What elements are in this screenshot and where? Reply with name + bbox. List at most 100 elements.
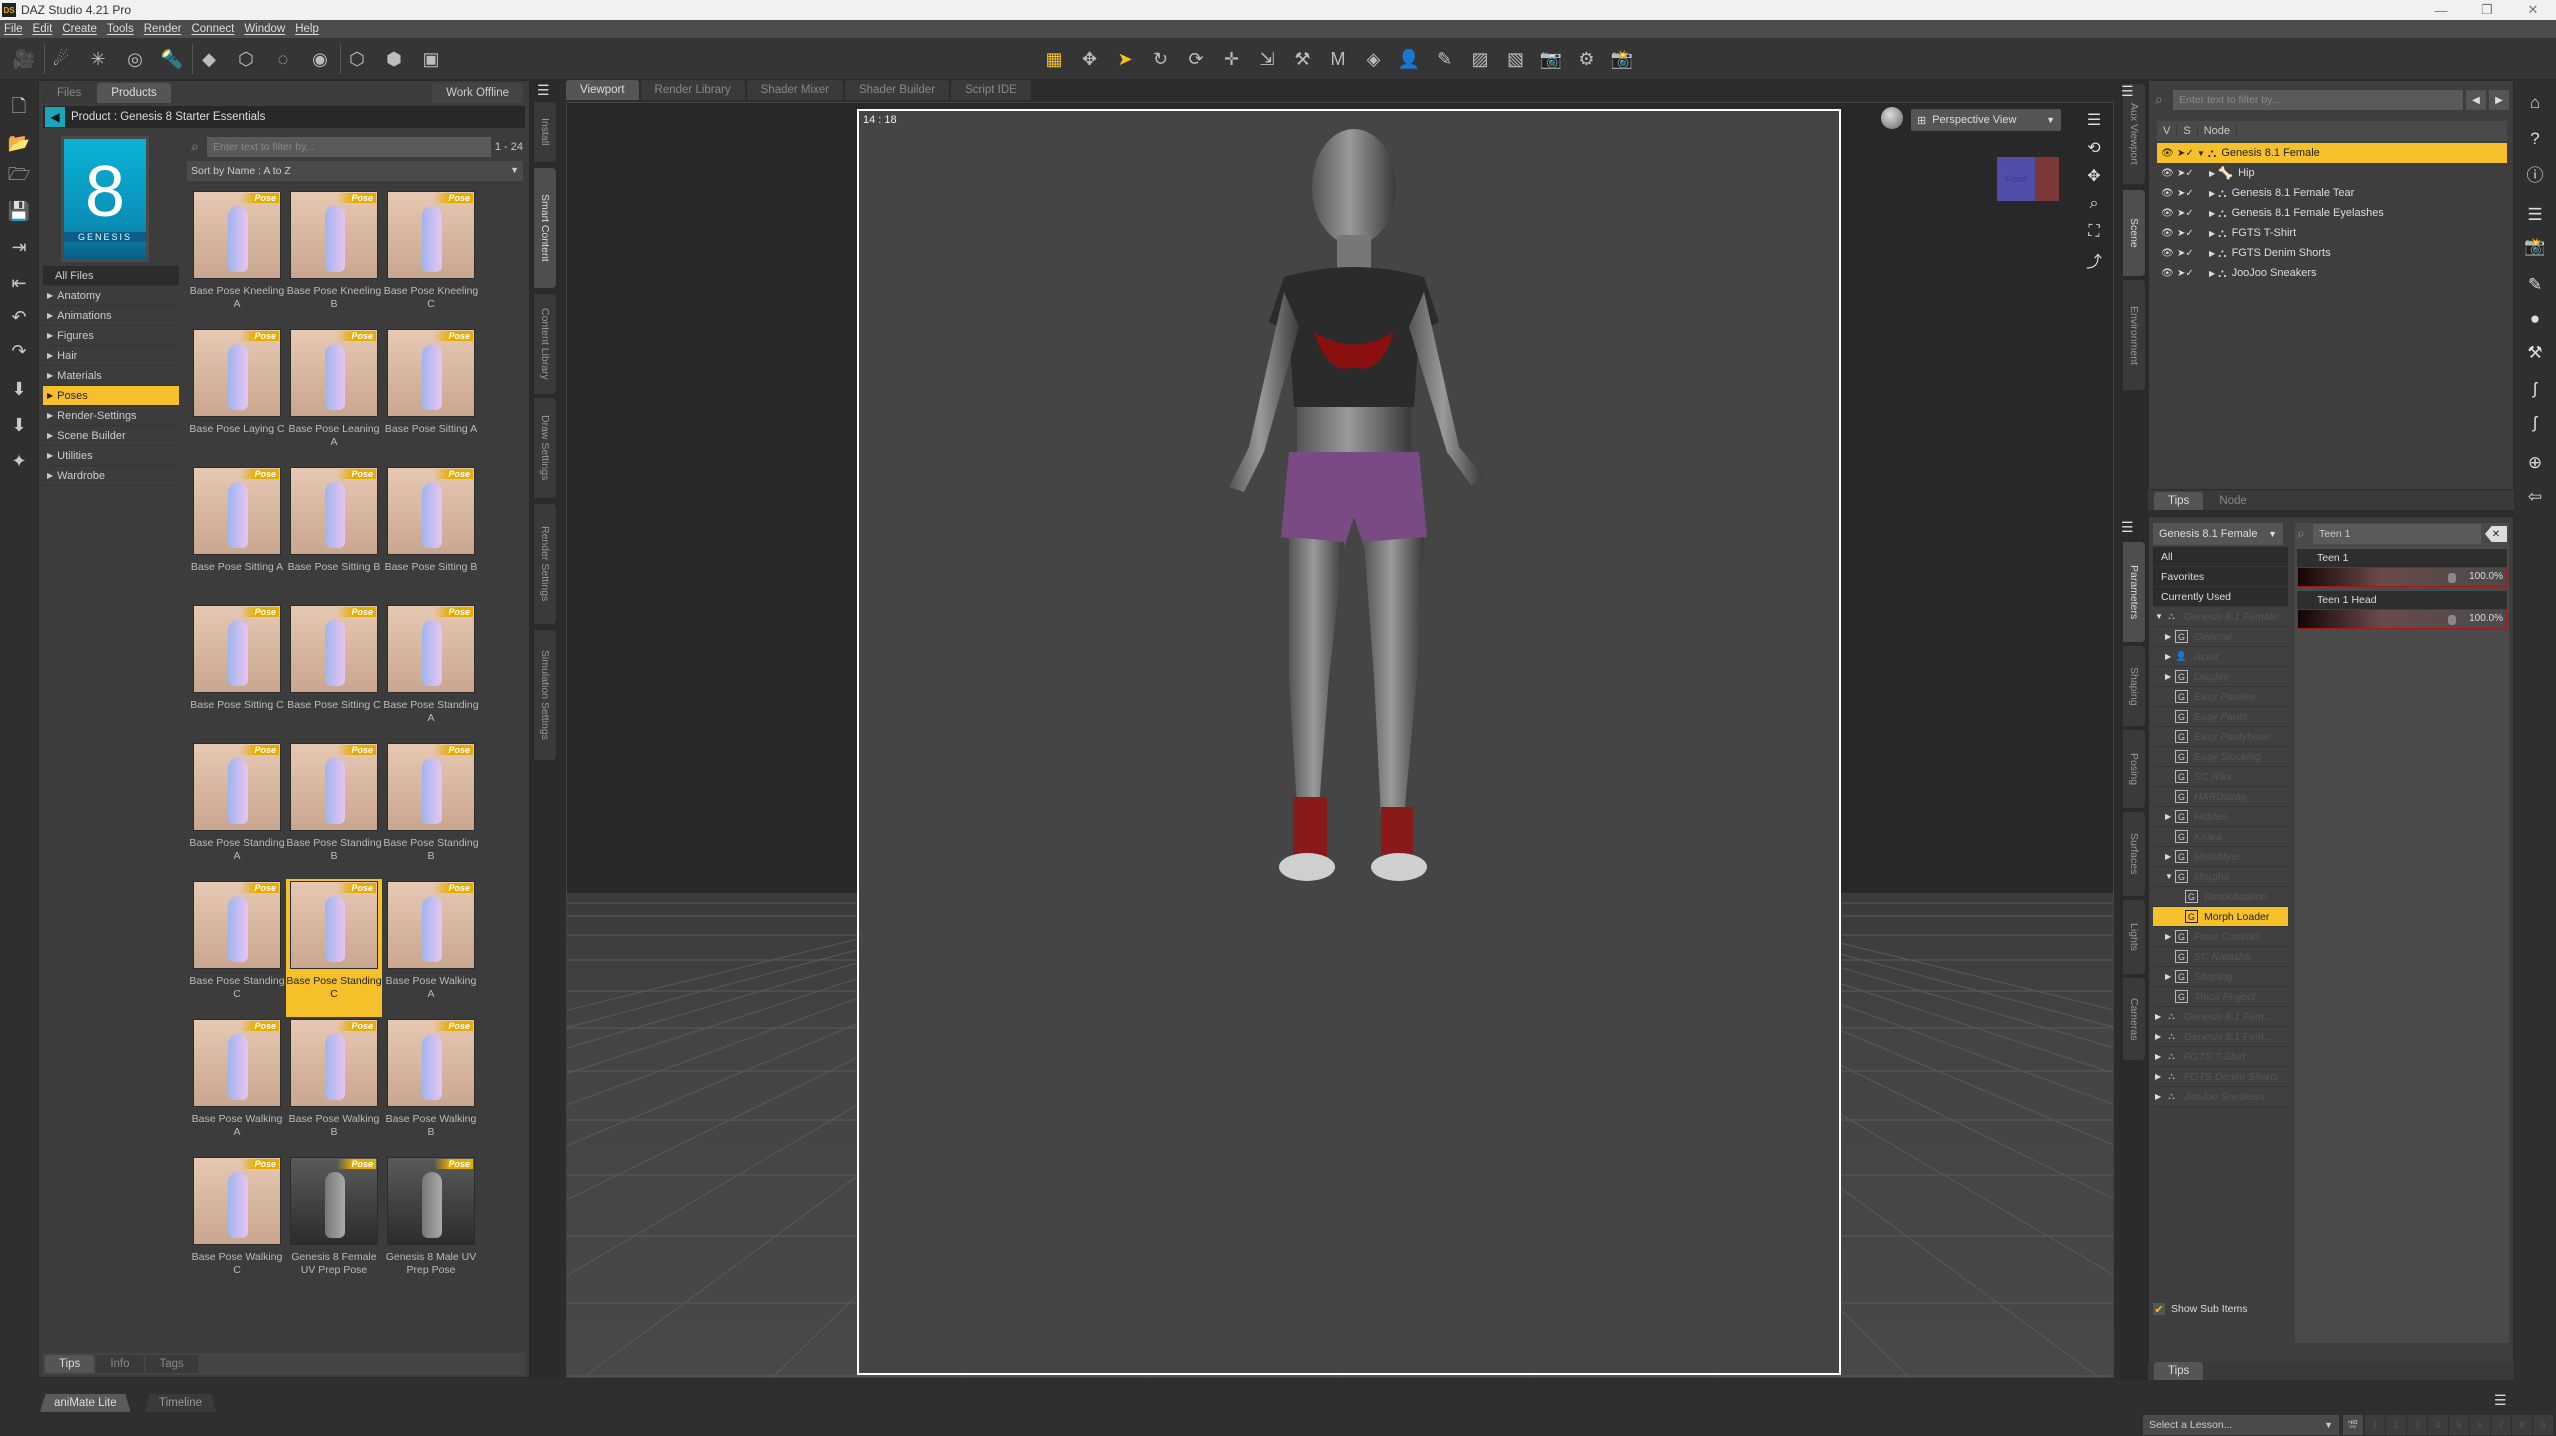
asset-thumbnail[interactable]: Pose Base Pose Sitting B [383, 465, 479, 603]
asset-thumbnail[interactable]: Pose Base Pose Standing A [383, 603, 479, 741]
figure-setup-icon[interactable]: ✦ [4, 446, 34, 476]
scene-node-row[interactable]: 👁 ➤✓ ▶ ⛬ FGTS Denim Shorts [2157, 243, 2507, 263]
column-node[interactable]: Node [2198, 125, 2237, 137]
new-null-icon[interactable]: ⬡ [232, 46, 260, 72]
visibility-eye-icon[interactable]: 👁 [2161, 168, 2177, 179]
param-tree-item[interactable]: ▶ G Hidden [2153, 807, 2288, 827]
joint-editor-icon[interactable]: ⚒ [1289, 46, 1317, 72]
zoom-icon[interactable]: ⌕ [2083, 193, 2105, 215]
asset-thumbnail[interactable]: Pose Base Pose Walking B [383, 1017, 479, 1155]
selectable-cursor-icon[interactable]: ➤✓ [2177, 188, 2197, 199]
expand-arrow-icon[interactable]: ▶ [2155, 1032, 2165, 1041]
expand-arrow-icon[interactable]: ▶ [47, 411, 53, 420]
tab-script-ide[interactable]: Script IDE [951, 80, 1031, 100]
slider-knob[interactable] [2448, 573, 2456, 583]
open-icon[interactable]: 📂 [4, 128, 34, 158]
param-tree-item[interactable]: ▶ ⛬ Genesis 8.1 Fem... [2153, 1027, 2288, 1047]
menu-edit[interactable]: Edit [33, 23, 53, 35]
side-tab-surfaces[interactable]: Surfaces [2123, 812, 2145, 896]
scale-tool-icon[interactable]: ⇲ [1253, 46, 1281, 72]
param-tree-item[interactable]: G SC Riks [2153, 767, 2288, 787]
collapse-arrow-icon[interactable]: ▼ [2155, 612, 2165, 621]
side-tab-scene[interactable]: Scene [2123, 190, 2145, 276]
asset-thumbnail[interactable]: Pose Base Pose Sitting C [189, 603, 285, 741]
show-sub-items-checkbox[interactable]: ✔ [2153, 1303, 2165, 1316]
scene-node-row[interactable]: 👁 ➤✓ ▶ 🦴 Hip [2157, 163, 2507, 183]
asset-thumbnail[interactable]: Pose Genesis 8 Male UV Prep Pose [383, 1155, 479, 1293]
new-primitive-icon[interactable]: ◆ [195, 46, 223, 72]
category-utilities[interactable]: ▶ Utilities [43, 446, 179, 466]
param-tree-item[interactable]: G Bimbofication [2153, 887, 2288, 907]
visibility-eye-icon[interactable]: 👁 [2161, 148, 2177, 159]
render-icon[interactable]: 📸 [2522, 234, 2548, 260]
clear-filter-icon[interactable]: ✕ [2485, 526, 2507, 542]
asset-thumbnail[interactable]: Pose Base Pose Kneeling B [286, 189, 382, 327]
visibility-eye-icon[interactable]: 👁 [2161, 188, 2177, 199]
param-tree-item[interactable]: G Morph Loader [2153, 907, 2288, 927]
back-arrow-icon[interactable]: ◀ [45, 107, 65, 127]
scene-node-row[interactable]: 👁 ➤✓ ▶ ⛬ FGTS T-Shirt [2157, 223, 2507, 243]
geometry-sculptor-icon[interactable]: ▧ [1502, 46, 1530, 72]
slider-track[interactable]: 100.0% [2297, 567, 2507, 587]
side-tab-install[interactable]: Install [534, 102, 556, 162]
asset-thumbnail[interactable]: Pose Genesis 8 Female UV Prep Pose [286, 1155, 382, 1293]
lesson-step-button[interactable]: 1 [2365, 1415, 2385, 1435]
expand-arrow-icon[interactable]: ▶ [2155, 1052, 2165, 1061]
scene-filter-input[interactable]: Enter text to filter by... [2173, 90, 2463, 110]
expand-arrow-icon[interactable]: ▶ [2165, 812, 2175, 821]
3d-viewport[interactable]: 14 : 18 ⊞ Perspective View ▼ ☰ Front ⟲ ✥… [566, 102, 2114, 1378]
asset-thumbnail[interactable]: Pose Base Pose Walking B [286, 1017, 382, 1155]
parameter-filter-input[interactable]: Teen 1 [2313, 524, 2481, 544]
expand-arrow-icon[interactable]: ▶ [2209, 269, 2215, 278]
slider-knob[interactable] [2448, 615, 2456, 625]
expand-arrow-icon[interactable]: ▶ [47, 451, 53, 460]
category-all-files[interactable]: All Files [43, 266, 179, 286]
new-camera-icon[interactable]: 🎥 [10, 46, 38, 72]
undo-icon[interactable]: ↶ [4, 302, 34, 332]
asset-thumbnail[interactable]: Pose Base Pose Standing C [286, 879, 382, 1017]
pane-layout-icon[interactable]: ☰ [2522, 202, 2548, 228]
expand-arrow-icon[interactable]: ▶ [47, 291, 53, 300]
asset-thumbnail[interactable]: Pose Base Pose Walking A [189, 1017, 285, 1155]
lesson-step-button[interactable]: 2 [2386, 1415, 2406, 1435]
param-tree-item[interactable]: ▶ G Display [2153, 667, 2288, 687]
side-tab-posing[interactable]: Posing [2123, 730, 2145, 808]
param-group-all[interactable]: All [2153, 547, 2288, 567]
morph-icon[interactable]: ʃ [2522, 376, 2548, 402]
new-group-icon[interactable]: ◌ [269, 46, 297, 72]
expand-arrow-icon[interactable]: ▶ [47, 351, 53, 360]
collapse-arrow-icon[interactable]: ▼ [2197, 149, 2205, 158]
param-tree-item[interactable]: ▼ G Morphs [2153, 867, 2288, 887]
viewport-options-icon[interactable]: ☰ [2083, 109, 2105, 131]
surface-selection-icon[interactable]: ◈ [1360, 46, 1388, 72]
reset-view-icon[interactable]: ⤴ [2083, 249, 2105, 271]
new-linear-point-light-icon[interactable]: ◎ [121, 46, 149, 72]
environment-icon[interactable]: ⊕ [2522, 450, 2548, 476]
scene-node-row[interactable]: 👁 ➤✓ ▼ ⛬ Genesis 8.1 Female [2157, 143, 2507, 163]
previous-arrow-icon[interactable]: ◀ [2466, 90, 2486, 110]
tab-render-library[interactable]: Render Library [640, 80, 745, 100]
tab-tips[interactable]: Tips [2154, 492, 2204, 510]
parameter-slider[interactable]: Teen 1 Head 100.0% [2297, 591, 2507, 631]
new-distant-light-icon[interactable]: ☄ [47, 46, 75, 72]
tab-tips[interactable]: Tips [45, 1355, 95, 1373]
view-select-dropdown[interactable]: ⊞ Perspective View ▼ [1911, 109, 2061, 131]
help-icon[interactable]: ⓘ [2522, 160, 2548, 186]
slider-track[interactable]: 100.0% [2297, 609, 2507, 629]
param-tree-item[interactable]: ▶ 👤 Actor [2153, 647, 2288, 667]
lesson-step-button[interactable]: 4 [2428, 1415, 2448, 1435]
render-settings-icon[interactable]: ⚙ [1573, 46, 1601, 72]
category-animations[interactable]: ▶ Animations [43, 306, 179, 326]
param-tree-item[interactable]: G Thico Project [2153, 987, 2288, 1007]
category-poses[interactable]: ▶ Poses [43, 386, 179, 406]
exit-icon[interactable]: ⇦ [2522, 484, 2548, 510]
selectable-cursor-icon[interactable]: ➤✓ [2177, 148, 2197, 159]
slider-value[interactable]: 100.0% [2469, 613, 2503, 624]
side-tab-smart-content[interactable]: Smart Content [534, 168, 556, 288]
region-navigator-icon[interactable]: ✎ [1431, 46, 1459, 72]
node-weight-brush-icon[interactable]: ▨ [1466, 46, 1494, 72]
restore-button[interactable]: ❐ [2464, 0, 2510, 20]
expand-arrow-icon[interactable]: ▶ [2165, 932, 2175, 941]
param-tree-item[interactable]: G Easy Pantyhose [2153, 727, 2288, 747]
scene-node-row[interactable]: 👁 ➤✓ ▶ ⛬ Genesis 8.1 Female Tear [2157, 183, 2507, 203]
